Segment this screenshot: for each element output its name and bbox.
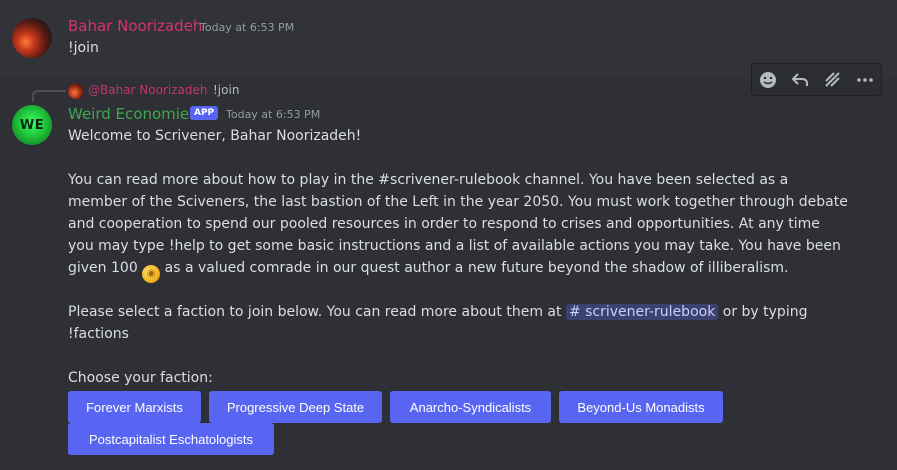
message-toolbar xyxy=(751,63,882,96)
bot-avatar[interactable]: WE xyxy=(12,105,52,145)
channel-mention[interactable]: # scrivener-rulebook xyxy=(565,304,719,320)
reply-icon[interactable] xyxy=(788,68,812,92)
message-username[interactable]: Bahar Noorizadeh xyxy=(68,17,202,35)
instruction-text-a: Please select a faction to join below. Y… xyxy=(68,304,566,320)
thread-icon[interactable] xyxy=(821,68,845,92)
faction-button-beyond-us-monadists[interactable]: Beyond-Us Monadists xyxy=(559,391,723,423)
user-avatar[interactable] xyxy=(12,18,52,58)
add-reaction-icon[interactable] xyxy=(756,68,780,92)
faction-button-postcapitalist-eschatologists[interactable]: Postcapitalist Eschatologists xyxy=(68,423,274,455)
faction-button-progressive-deep-state[interactable]: Progressive Deep State xyxy=(209,391,382,423)
bot-avatar-initials: WE xyxy=(19,117,45,133)
reply-text[interactable]: !join xyxy=(213,83,239,97)
faction-instruction: Please select a faction to join below. Y… xyxy=(68,301,848,345)
app-badge: APP xyxy=(190,106,219,120)
faction-button-forever-marxists[interactable]: Forever Marxists xyxy=(68,391,201,423)
coin-icon: ◉ xyxy=(142,265,161,283)
reply-mention[interactable]: @Bahar Noorizadeh xyxy=(88,83,207,97)
bot-timestamp: Today at 6:53 PM xyxy=(226,108,321,121)
bot-username[interactable]: Weird Economies xyxy=(68,105,197,123)
welcome-text: Welcome to Scrivener, Bahar Noorizadeh! xyxy=(68,128,362,144)
choose-faction-label: Choose your faction: xyxy=(68,370,213,386)
intro-paragraph: You can read more about how to play in t… xyxy=(68,169,848,283)
reply-spine xyxy=(32,90,66,102)
message-text: !join xyxy=(68,40,99,56)
faction-button-anarcho-syndicalists[interactable]: Anarcho-Syndicalists xyxy=(390,391,551,423)
reply-avatar xyxy=(68,83,84,99)
more-icon[interactable] xyxy=(853,68,877,92)
message-timestamp: Today at 6:53 PM xyxy=(200,21,295,34)
intro-text-b: as a valued comrade in our quest author … xyxy=(160,260,789,276)
